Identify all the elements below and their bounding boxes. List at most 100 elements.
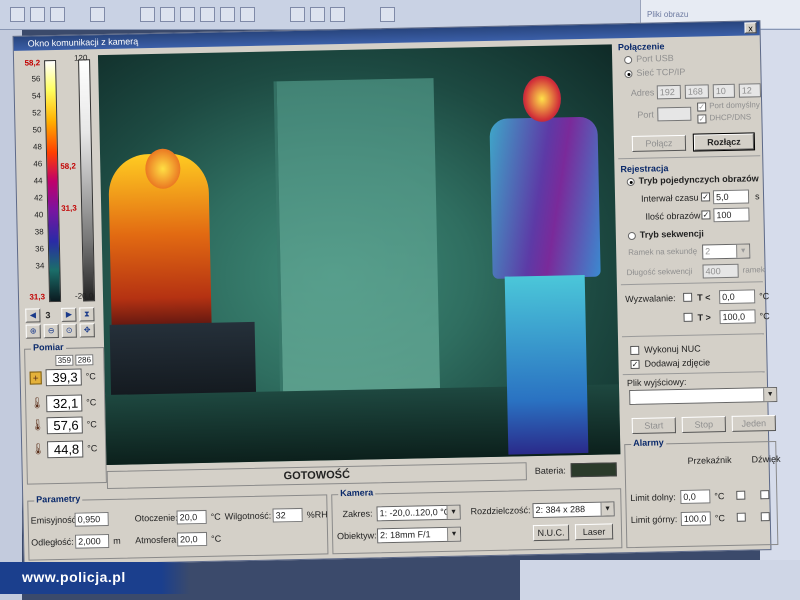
address-field-3[interactable]: 10 [712, 83, 735, 99]
emissivity-field[interactable]: 0,950 [74, 511, 109, 527]
lens-select[interactable]: 2: 18mm F/1 [376, 526, 462, 544]
scale-label: 52 [32, 108, 42, 118]
upper-sound-checkbox[interactable] [760, 512, 770, 522]
seq-length-label: Długość sekwencji [626, 266, 693, 278]
usb-radio[interactable] [624, 55, 633, 65]
toolbar-icon [290, 7, 305, 22]
range-select[interactable]: 1: -20,0..120,0 °C [376, 504, 461, 522]
output-file-label: Plik wyjściowy: [626, 376, 687, 389]
disconnect-button[interactable]: Rozłącz [692, 132, 756, 152]
low-marker-label[interactable]: 31,3 [61, 204, 77, 213]
ambient-unit: °C [210, 511, 221, 522]
scale-label: 36 [34, 244, 45, 254]
toolbar-icon [30, 7, 45, 22]
dhcp-checkbox[interactable]: ✓ [697, 114, 707, 124]
port-field[interactable] [657, 106, 692, 122]
upper-limit-field[interactable]: 100,0 [680, 511, 711, 526]
humidity-field[interactable]: 32 [272, 507, 303, 523]
prev-frame-button[interactable]: ◀ [25, 308, 41, 323]
unit-label: °C [86, 419, 97, 430]
interval-field[interactable]: 5,0 [712, 189, 750, 205]
nuc-checkbox[interactable] [630, 345, 640, 356]
lower-limit-field[interactable]: 0,0 [680, 489, 711, 505]
seq-length-unit: ramek [742, 265, 765, 275]
zoom-out-icon[interactable]: ⊖ [43, 323, 59, 339]
toolbar-icon [200, 7, 215, 22]
sequence-mode-radio[interactable] [627, 231, 636, 241]
unit-label: °C [85, 371, 96, 382]
thermometer-min-icon[interactable]: 🌡 [30, 397, 44, 410]
cursor-x: 359 [55, 354, 74, 367]
thermometer-avg-icon[interactable]: 🌡 [31, 443, 45, 456]
single-mode-radio[interactable] [626, 177, 635, 187]
toolbar-icon [220, 7, 235, 22]
address-field-4[interactable]: 12 [738, 83, 761, 98]
distance-unit: m [113, 535, 121, 546]
t-more-label: T > [697, 312, 711, 323]
interval-unit: s [754, 191, 760, 202]
move-icon[interactable]: ✥ [79, 323, 95, 338]
interval-checkbox[interactable]: ✓ [700, 192, 711, 202]
t-less-checkbox[interactable] [683, 292, 693, 302]
tcp-label: Sieć TCP/IP [636, 66, 686, 78]
count-field[interactable]: 100 [713, 207, 750, 223]
toolbar-icon [50, 7, 65, 22]
range-top-label: 120 [73, 53, 88, 63]
range-label: Zakres: [342, 508, 373, 520]
lower-sound-checkbox[interactable] [760, 490, 770, 500]
t-less-field[interactable]: 0,0 [719, 289, 756, 305]
parameters-title: Parametry [34, 493, 83, 505]
thermal-image[interactable] [97, 44, 621, 466]
output-file-select[interactable] [629, 386, 778, 406]
address-field-2[interactable]: 168 [684, 84, 709, 99]
count-checkbox[interactable]: ✓ [701, 210, 711, 220]
ambient-field[interactable]: 20,0 [176, 509, 207, 525]
photo-checkbox[interactable]: ✓ [630, 359, 640, 370]
camera-window: Okno komunikacji z kamerą x 58,2 56 54 5… [12, 20, 781, 566]
window-title: Okno komunikacji z kamerą [27, 36, 139, 49]
cursor-y: 286 [75, 354, 94, 366]
unit-label: °C [86, 397, 97, 408]
laser-button[interactable]: Laser [574, 523, 614, 541]
stop-button[interactable]: Stop [681, 416, 726, 433]
upper-relay-checkbox[interactable] [736, 512, 746, 522]
start-button[interactable]: Start [631, 417, 676, 435]
nuc-button[interactable]: N.U.C. [532, 524, 570, 542]
camera-panel: Kamera Zakres: 1: -20,0..120,0 °C Obiekt… [331, 487, 623, 555]
atmosphere-unit: °C [211, 533, 222, 544]
scale-label: 34 [35, 261, 45, 271]
atmosphere-field[interactable]: 20,0 [176, 531, 208, 547]
address-field-1[interactable]: 192 [656, 84, 681, 100]
tcp-radio[interactable] [624, 69, 633, 79]
color-palette-bar[interactable] [44, 59, 62, 303]
thermometer-max-icon[interactable]: 🌡 [31, 419, 45, 432]
alarms-title: Alarmy [631, 437, 666, 449]
resolution-select[interactable]: 2: 384 x 288 [532, 501, 615, 519]
min-temperature: 32,1 [46, 394, 83, 413]
t-more-checkbox[interactable] [683, 312, 693, 322]
close-button[interactable]: x [744, 22, 757, 34]
default-port-checkbox[interactable]: ✓ [697, 102, 707, 112]
hourglass-icon[interactable]: ⧗ [79, 307, 95, 322]
humidity-label: Wilgotność: [224, 510, 272, 522]
t-more-field[interactable]: 100,0 [719, 309, 756, 325]
next-frame-button[interactable]: ▶ [61, 307, 77, 322]
thermal-door [273, 78, 441, 412]
single-shot-button[interactable]: Jeden [731, 414, 776, 432]
zoom-in-icon[interactable]: ⊕ [25, 324, 41, 339]
zoom-fit-icon[interactable]: ⊙ [61, 323, 77, 338]
count-label: Ilość obrazów [645, 210, 701, 222]
divider [622, 371, 765, 376]
divider [621, 333, 764, 338]
scale-label: 40 [34, 210, 44, 220]
fps-select[interactable]: 2 [702, 243, 751, 260]
distance-field[interactable]: 2,000 [74, 533, 110, 549]
connect-button[interactable]: Połącz [631, 134, 687, 152]
crosshair-icon[interactable]: + [29, 371, 42, 385]
high-marker-label[interactable]: 58,2 [60, 162, 76, 171]
watermark-logo: www.policja.pl [0, 562, 190, 594]
range-bar[interactable] [78, 59, 96, 302]
dhcp-label: DHCP/DNS [709, 112, 752, 123]
lower-relay-checkbox[interactable] [736, 490, 746, 500]
seq-length-field[interactable]: 400 [702, 263, 739, 279]
